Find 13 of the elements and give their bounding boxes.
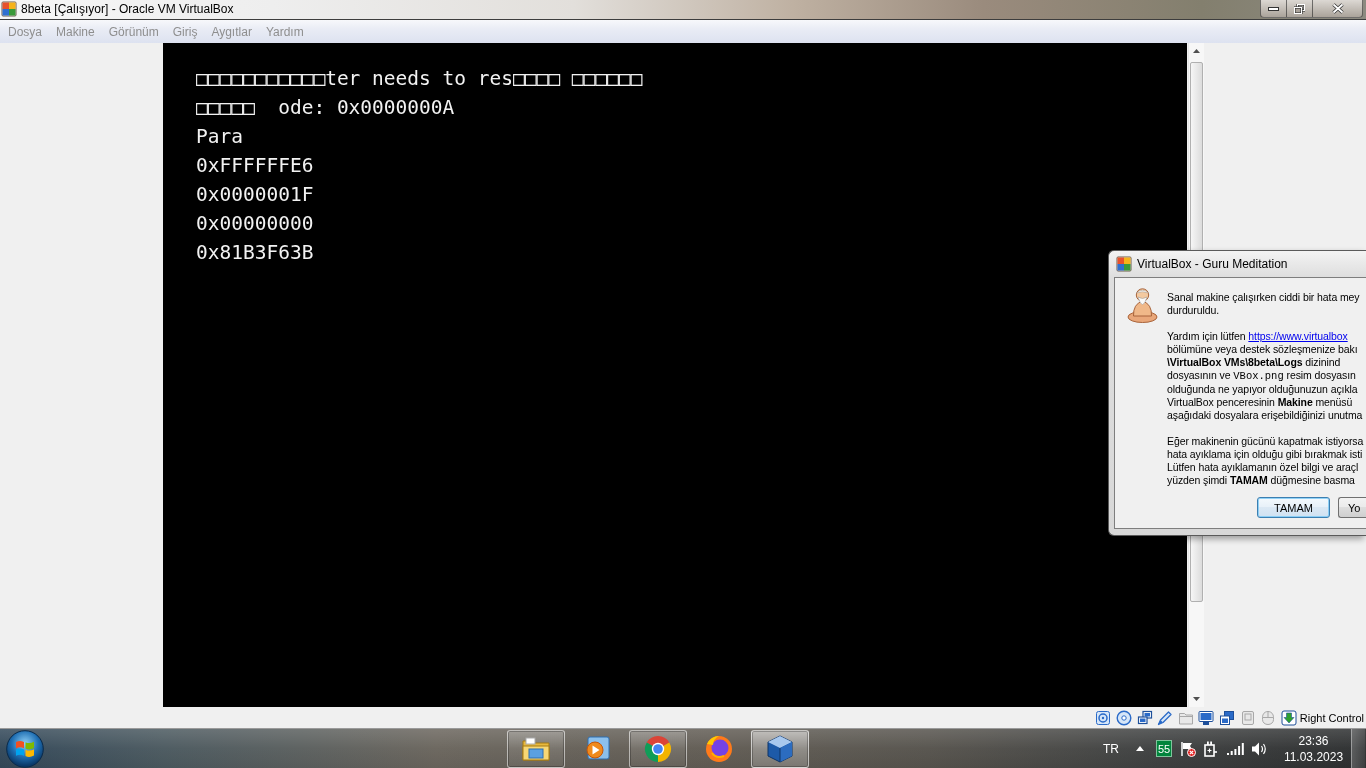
screen-text-line: 0x00000000	[196, 211, 314, 237]
message-text: Sanal makine çalışırken ciddi bir hata mey durduruldu.	[1167, 291, 1361, 317]
message-text: Yardım için lütfen https://www.virtualbox bölümüne veya destek sözleşmenize bakı \VirtualBox VMs\8beta\Logs dizinind dosyasının ve VBox.png resim dosyasın olduğunda ne yapıyor olduğunuzun açıkla VirtualBox penceresinin Makine menüsü aşağıdaki dosyalara erişebildiğinizi unutma	[1167, 330, 1364, 422]
screen-text-line: 0x0000001F	[196, 182, 314, 208]
message-text: Eğer makinenin gücünü kapatmak istiyorsa hata ayıklama için olduğu gibi bırakmak isti Lütfen hata ayıklamanın özel bilgi ve araçl yüzden şimdi TAMAM düğmesine basma	[1167, 435, 1364, 487]
screen-text-line: 0xFFFFFFE6	[196, 153, 314, 179]
screen-text-line: □□□□□ ode: 0x0000000A	[196, 95, 455, 121]
screen-text-line: □□□□□□□□□□□ter needs to res□□□□ □□□□□□	[196, 66, 643, 92]
host-key-label: Right Control	[1299, 711, 1364, 724]
screen-text-line: Para	[196, 124, 243, 150]
window-title: 8beta [Çalışıyor] - Oracle VM VirtualBox	[21, 1, 234, 18]
screen-text-line: 0x81B3F63B	[196, 240, 314, 266]
dialog-title: VirtualBox - Guru Meditation	[1137, 257, 1288, 271]
